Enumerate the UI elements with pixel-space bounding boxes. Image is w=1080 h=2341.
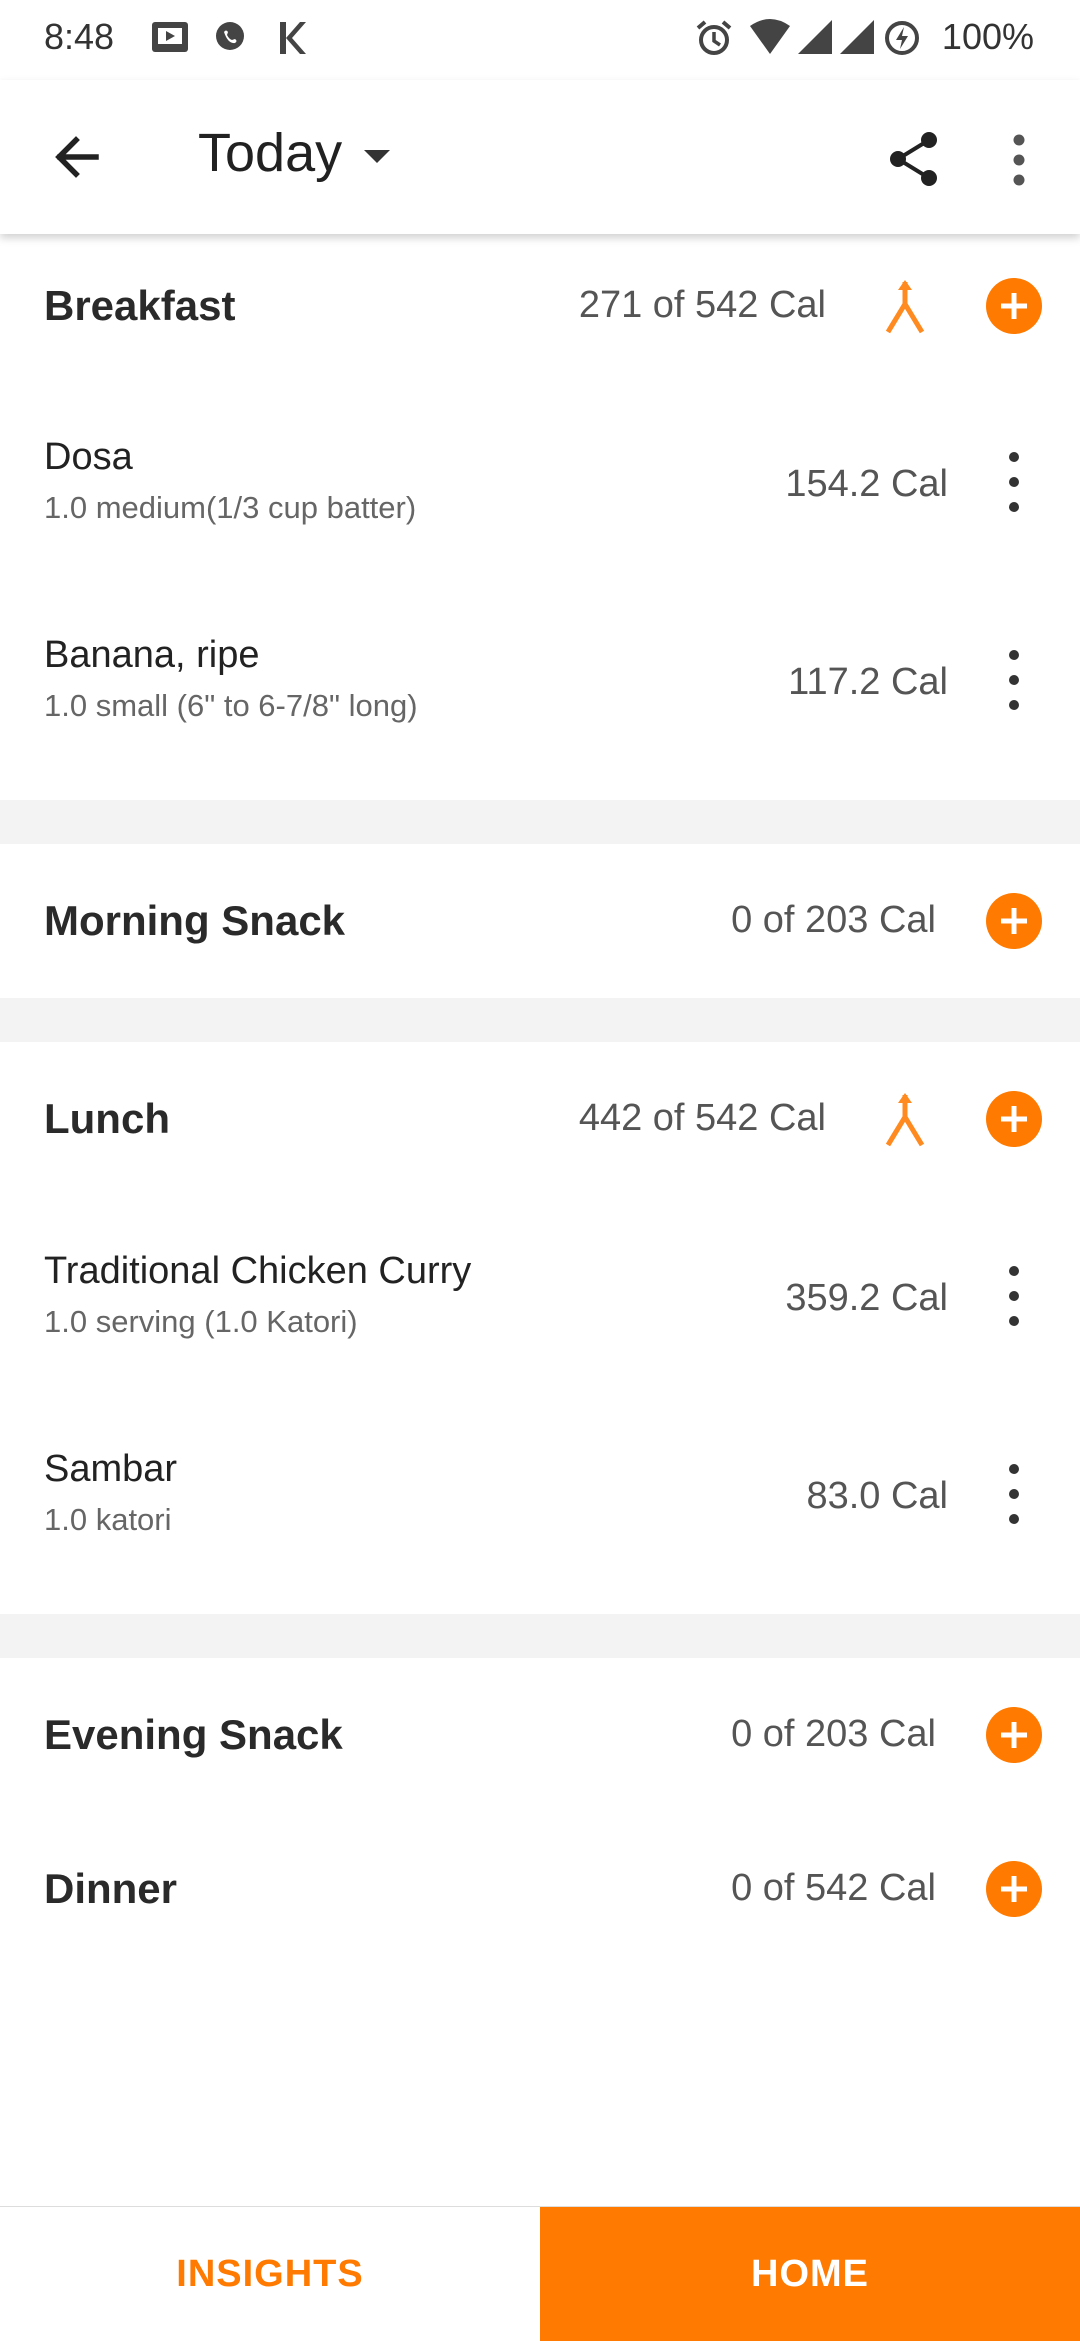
alarm-icon <box>694 18 734 58</box>
more-vertical-icon[interactable] <box>1006 132 1032 188</box>
battery-saver-icon <box>882 18 922 58</box>
meal-calories: 0 of 203 Cal <box>731 1713 936 1755</box>
share-icon[interactable] <box>884 128 944 190</box>
meal-title: Breakfast <box>44 282 236 329</box>
food-calories: 359.2 Cal <box>785 1277 948 1319</box>
tab-insights-label: INSIGHTS <box>176 2252 364 2295</box>
food-name: Sambar <box>44 1448 178 1490</box>
meal-calories: 0 of 203 Cal <box>731 899 936 941</box>
food-name: Traditional Chicken Curry <box>44 1250 472 1292</box>
status-time: 8:48 <box>44 16 115 57</box>
meal-calories: 271 of 542 Cal <box>578 284 826 326</box>
wifi-icon <box>748 18 792 58</box>
food-calories: 154.2 Cal <box>785 463 948 505</box>
tab-insights[interactable]: INSIGHTS <box>0 2207 540 2341</box>
more-vertical-icon[interactable] <box>998 1464 1030 1524</box>
more-vertical-icon[interactable] <box>998 650 1030 710</box>
merge-icon[interactable] <box>880 1091 930 1151</box>
battery-percent: 100% <box>941 16 1034 57</box>
section-divider <box>0 1614 1080 1658</box>
section-divider <box>0 800 1080 844</box>
food-portion: 1.0 serving (1.0 Katori) <box>44 1304 358 1339</box>
meal-title: Morning Snack <box>44 897 346 944</box>
app-bar: Today <box>0 80 1080 234</box>
food-portion: 1.0 small (6" to 6-7/8" long) <box>44 688 418 723</box>
signal-icon <box>838 18 876 58</box>
bottom-navigation: INSIGHTS HOME <box>0 2206 1080 2341</box>
add-food-button[interactable] <box>986 893 1042 949</box>
section-divider <box>0 998 1080 1042</box>
dropdown-arrow-icon[interactable] <box>362 144 392 168</box>
date-title[interactable]: Today <box>198 122 342 184</box>
add-food-button[interactable] <box>986 1861 1042 1917</box>
tab-home-label: HOME <box>751 2252 869 2295</box>
add-food-button[interactable] <box>986 1707 1042 1763</box>
signal-icon <box>796 18 834 58</box>
meal-title: Lunch <box>44 1095 170 1142</box>
meal-title: Dinner <box>44 1865 178 1912</box>
food-name: Dosa <box>44 436 133 478</box>
meal-title: Evening Snack <box>44 1711 343 1758</box>
more-vertical-icon[interactable] <box>998 1266 1030 1326</box>
add-food-button[interactable] <box>986 1091 1042 1147</box>
screen-icon <box>150 18 190 58</box>
meal-calories: 0 of 542 Cal <box>731 1867 936 1909</box>
more-vertical-icon[interactable] <box>998 452 1030 512</box>
food-name: Banana, ripe <box>44 634 260 676</box>
merge-icon[interactable] <box>880 278 930 338</box>
tab-home[interactable]: HOME <box>540 2207 1080 2341</box>
food-portion: 1.0 katori <box>44 1502 172 1537</box>
food-calories: 83.0 Cal <box>806 1475 948 1517</box>
back-arrow-icon[interactable] <box>46 126 108 188</box>
meal-calories: 442 of 542 Cal <box>578 1097 826 1139</box>
food-calories: 117.2 Cal <box>788 661 948 703</box>
k-icon <box>276 18 308 58</box>
phone-icon <box>212 18 248 58</box>
add-food-button[interactable] <box>986 278 1042 334</box>
food-portion: 1.0 medium(1/3 cup batter) <box>44 490 417 525</box>
status-bar: 8:48 100% <box>0 0 1080 80</box>
